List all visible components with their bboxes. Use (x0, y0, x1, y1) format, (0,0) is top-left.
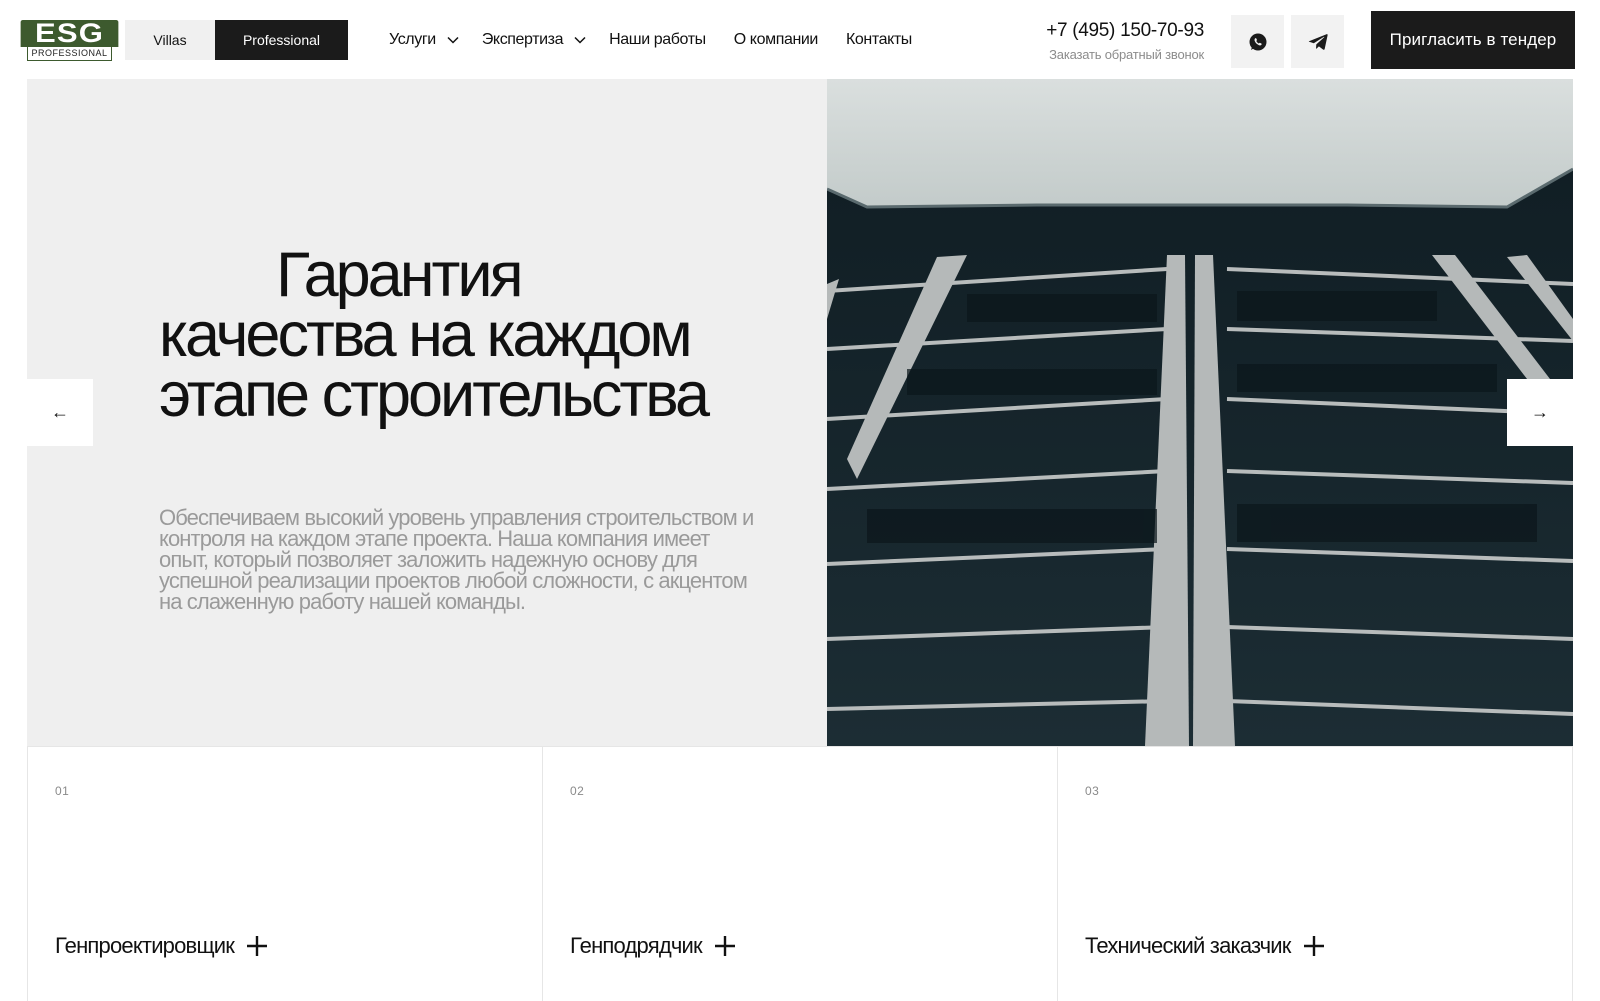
main-nav: Услуги Экспертиза Наши работы О компании… (389, 29, 912, 51)
hero-text-panel: Гарантия качества на каждом этапе строит… (27, 79, 827, 746)
nav-item-services[interactable]: Услуги (389, 31, 460, 49)
telegram-button[interactable] (1291, 15, 1344, 68)
service-cards: 01 Генпроектировщик 02 Генподрядчик 03 Т… (27, 746, 1573, 1001)
logo-wordmark: ESG (20, 20, 119, 47)
nav-item-label: Наши работы (609, 31, 706, 48)
service-card-technical-customer[interactable]: 03 Технический заказчик (1057, 747, 1573, 1001)
invite-tender-button[interactable]: Пригласить в тендер (1371, 11, 1575, 69)
nav-item-works[interactable]: Наши работы (609, 31, 706, 49)
arrow-left-icon: ← (51, 402, 69, 422)
whatsapp-icon (1249, 33, 1266, 50)
card-title-row: Генподрядчик (570, 933, 736, 959)
nav-item-contacts[interactable]: Контакты (846, 31, 912, 49)
card-number: 03 (1085, 784, 1100, 798)
hero-title: Гарантия качества на каждом этапе строит… (159, 240, 719, 430)
arrow-right-icon: → (1531, 402, 1549, 422)
card-title: Генподрядчик (570, 933, 703, 958)
nav-item-label: Услуги (389, 31, 436, 48)
hero-title-line: этапе строительства (159, 360, 710, 430)
plus-icon[interactable] (714, 935, 736, 957)
card-title: Технический заказчик (1085, 933, 1291, 958)
segment-switcher: Villas Professional (125, 20, 348, 60)
facade-illustration (827, 79, 1573, 746)
site-header: ESG PROFESSIONAL Villas Professional Усл… (0, 0, 1600, 79)
callback-link[interactable]: Заказать обратный звонок (1030, 47, 1204, 62)
card-title-row: Технический заказчик (1085, 933, 1325, 959)
hero-title-line: Гарантия (276, 240, 524, 310)
nav-item-label: О компании (733, 31, 819, 48)
segment-professional-button[interactable]: Professional (215, 20, 348, 60)
card-number: 02 (570, 784, 585, 798)
phone-number-link[interactable]: +7 (495) 150-70-93 (1030, 19, 1204, 43)
nav-item-expertise[interactable]: Экспертиза (482, 31, 587, 49)
hero-description: Обеспечиваем высокий уровень управления … (159, 505, 754, 614)
service-card-general-contractor[interactable]: 02 Генподрядчик (542, 747, 1057, 1001)
chevron-down-icon (574, 36, 586, 44)
nav-item-label: Экспертиза (481, 31, 564, 48)
card-number: 01 (55, 784, 70, 798)
card-title: Генпроектировщик (55, 933, 235, 958)
plus-icon[interactable] (246, 935, 268, 957)
segment-villas-button[interactable]: Villas (125, 20, 215, 60)
card-title-row: Генпроектировщик (55, 933, 268, 959)
service-card-general-designer[interactable]: 01 Генпроектировщик (27, 747, 542, 1001)
chevron-down-icon (447, 36, 459, 44)
plus-icon[interactable] (1303, 935, 1325, 957)
telegram-icon (1308, 33, 1328, 50)
nav-item-label: Контакты (845, 31, 912, 48)
logo-subtitle: PROFESSIONAL (27, 47, 112, 61)
slider-prev-button[interactable]: ← (27, 379, 93, 446)
building-facade-photo (827, 79, 1573, 746)
slider-next-button[interactable]: → (1507, 379, 1573, 446)
nav-item-about[interactable]: О компании (733, 31, 819, 49)
esg-logo[interactable]: ESG PROFESSIONAL (20, 20, 119, 62)
hero-title-line: качества на каждом (159, 300, 693, 370)
whatsapp-button[interactable] (1231, 15, 1284, 68)
phone-block: +7 (495) 150-70-93 Заказать обратный зво… (1030, 19, 1204, 62)
hero-slider: Гарантия качества на каждом этапе строит… (27, 79, 1573, 746)
